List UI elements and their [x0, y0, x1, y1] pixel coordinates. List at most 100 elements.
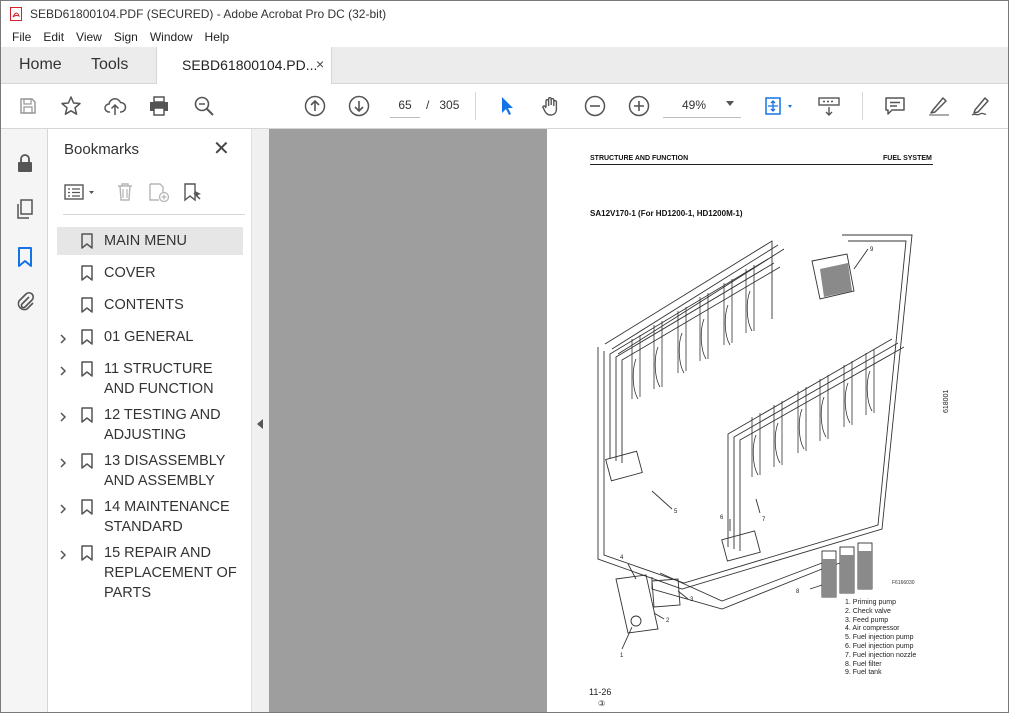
bookmark-label: 14 MAINTENANCE STANDARD [104, 499, 230, 535]
bookmarks-title: Bookmarks [64, 141, 140, 158]
menu-edit[interactable]: Edit [37, 30, 70, 44]
bookmarks-panel: Bookmarks ✕ MAIN MENU COVER CONTENTS 01 GEN… [49, 129, 251, 712]
panel-splitter[interactable] [251, 129, 269, 712]
bookmark-item[interactable]: 11 STRUCTURE AND FUNCTION [57, 355, 243, 399]
bookmark-item[interactable]: MAIN MENU [57, 227, 243, 255]
title-bar: SEBD61800104.PDF (SECURED) - Adobe Acrob… [1, 1, 1008, 27]
bookmark-item[interactable]: COVER [57, 259, 243, 287]
pdf-page: STRUCTURE AND FUNCTION FUEL SYSTEM SA12V… [547, 129, 1008, 712]
page-subtitle: SA12V170-1 (For HD1200-1, HD1200M-1) [590, 209, 743, 218]
hand-tool-icon[interactable] [539, 94, 563, 118]
chevron-right-icon[interactable] [57, 501, 69, 514]
bookmark-item[interactable]: CONTENTS [57, 291, 243, 319]
page-total-count: 305 [439, 98, 460, 112]
bookmark-label: CONTENTS [104, 297, 184, 313]
bookmark-item[interactable]: 14 MAINTENANCE STANDARD [57, 493, 243, 537]
page-number-input[interactable]: 65 [390, 92, 420, 118]
bookmark-panel-icon[interactable] [13, 245, 37, 269]
bookmark-label: 15 REPAIR AND REPLACEMENT OF PARTS [104, 545, 237, 601]
previous-page-icon[interactable] [303, 94, 327, 118]
bookmark-options-icon[interactable] [63, 179, 99, 205]
acrobat-window: SEBD61800104.PDF (SECURED) - Adobe Acrob… [0, 0, 1009, 713]
page-separator: / [426, 98, 430, 112]
highlight-pen-icon[interactable] [927, 94, 951, 118]
chevron-right-icon[interactable] [57, 409, 69, 422]
revision-mark: ③ [598, 699, 606, 708]
menu-file[interactable]: File [6, 30, 37, 44]
bookmark-item[interactable]: 12 TESTING AND ADJUSTING [57, 401, 243, 445]
page-header-left: STRUCTURE AND FUNCTION [590, 155, 689, 162]
chevron-right-icon[interactable] [57, 363, 69, 376]
window-title: SEBD61800104.PDF (SECURED) - Adobe Acrob… [30, 7, 387, 21]
bookmark-item[interactable]: 13 DISASSEMBLY AND ASSEMBLY [57, 447, 243, 491]
page-thumbnails-icon[interactable] [13, 197, 37, 221]
page-number-label: 11-26 [589, 687, 612, 697]
tab-document-label: SEBD61800104.PD... [182, 57, 318, 73]
bookmarks-close-button[interactable]: ✕ [213, 139, 230, 159]
zoom-search-icon[interactable] [192, 94, 216, 118]
delete-bookmark-icon[interactable] [113, 179, 137, 205]
bookmark-label: 13 DISASSEMBLY AND ASSEMBLY [104, 453, 226, 489]
menu-sign[interactable]: Sign [108, 30, 144, 44]
find-bookmark-icon[interactable] [181, 179, 205, 205]
navigation-rail [1, 129, 48, 712]
callout-8: 8 [796, 589, 800, 595]
select-cursor-icon[interactable] [495, 94, 519, 118]
drawing-id: F6166030 [892, 580, 915, 586]
bookmark-label: 11 STRUCTURE AND FUNCTION [104, 361, 214, 397]
tab-home[interactable]: Home [19, 56, 62, 74]
fit-page-icon[interactable] [761, 94, 797, 118]
bookmark-icon [80, 361, 94, 377]
bookmark-label: COVER [104, 265, 156, 281]
tab-close-button[interactable]: × [316, 56, 324, 72]
sign-pen-icon[interactable] [970, 94, 994, 118]
menu-window[interactable]: Window [144, 30, 199, 44]
callout-7: 7 [762, 517, 766, 523]
bookmark-icon [80, 329, 94, 345]
zoom-out-icon[interactable] [583, 94, 607, 118]
legend-item: 9. Fuel tank [845, 669, 882, 677]
document-viewport[interactable]: STRUCTURE AND FUNCTION FUEL SYSTEM SA12V… [269, 129, 1008, 712]
comment-icon[interactable] [883, 94, 907, 118]
callout-9: 9 [870, 247, 874, 253]
star-icon[interactable] [59, 94, 83, 118]
cloud-upload-icon[interactable] [103, 94, 127, 118]
attachment-icon[interactable] [13, 290, 37, 314]
legend-item: 3. Feed pump [845, 616, 889, 624]
chevron-right-icon[interactable] [57, 455, 69, 468]
new-bookmark-icon[interactable] [147, 179, 171, 205]
legend-item: 7. Fuel injection nozzle [845, 651, 917, 659]
toolbar-divider [862, 92, 863, 120]
print-icon[interactable] [147, 94, 171, 118]
toolbar-divider [475, 92, 476, 120]
tab-document[interactable]: SEBD61800104.PD... × [156, 47, 332, 84]
bookmark-label: 12 TESTING AND ADJUSTING [104, 407, 221, 443]
tab-bar: Home Tools SEBD61800104.PD... × [1, 47, 1008, 84]
bookmark-icon [80, 233, 94, 249]
callout-1: 1 [620, 653, 624, 659]
bookmark-icon [80, 453, 94, 469]
bookmark-item[interactable]: 01 GENERAL [57, 323, 243, 351]
page-header-right: FUEL SYSTEM [883, 155, 932, 162]
bookmarks-divider [63, 214, 245, 215]
lock-icon[interactable] [13, 151, 37, 175]
page-header-rule [590, 164, 933, 165]
menu-help[interactable]: Help [199, 30, 236, 44]
zoom-in-icon[interactable] [627, 94, 651, 118]
bookmark-icon [80, 545, 94, 561]
scroll-mode-icon[interactable] [817, 94, 841, 118]
callout-4: 4 [620, 555, 624, 561]
legend-item: 4. Air compressor [845, 625, 900, 633]
callout-2: 2 [666, 618, 670, 624]
chevron-right-icon[interactable] [57, 547, 69, 560]
save-icon[interactable] [16, 94, 40, 118]
chevron-right-icon[interactable] [57, 331, 69, 344]
bookmark-item[interactable]: 15 REPAIR AND REPLACEMENT OF PARTS [57, 539, 243, 603]
zoom-caret-icon[interactable] [726, 101, 734, 106]
main-toolbar: 65 / 305 49% [1, 84, 1008, 129]
next-page-icon[interactable] [347, 94, 371, 118]
collapse-panel-icon[interactable] [257, 419, 263, 429]
menu-view[interactable]: View [70, 30, 108, 44]
legend-item: 2. Check valve [845, 607, 891, 615]
tab-tools[interactable]: Tools [91, 56, 128, 74]
